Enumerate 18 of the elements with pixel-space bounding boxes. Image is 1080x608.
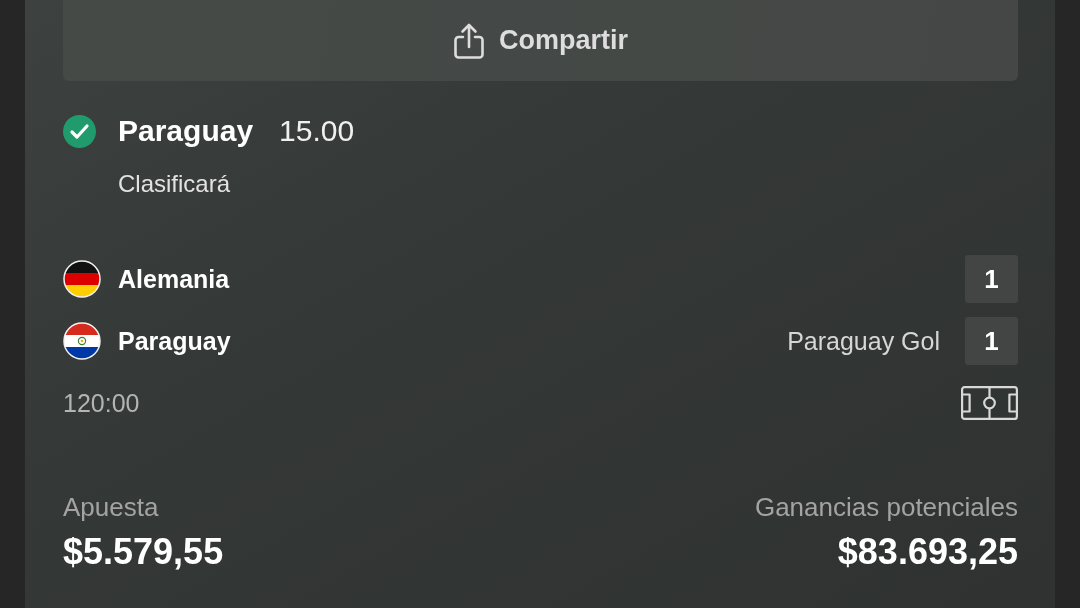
score-box: 1: [965, 317, 1018, 365]
payout-amount: $83.693,25: [837, 530, 1018, 574]
share-button[interactable]: Compartir: [63, 0, 1018, 81]
pitch-icon: [961, 386, 1018, 420]
goal-event: Paraguay Gol: [787, 326, 940, 356]
odds-value: 15.00: [279, 113, 355, 149]
market-label: Clasificará: [118, 169, 231, 199]
team-name: Alemania: [118, 264, 230, 294]
payout-label: Ganancias potenciales: [754, 491, 1018, 523]
match-time: 120:00: [63, 388, 140, 418]
flag-icon: [63, 322, 101, 360]
stake-amount: $5.579,55: [63, 530, 224, 574]
score-box: 1: [965, 255, 1018, 303]
team-name: Paraguay: [118, 326, 231, 356]
selected-team: Paraguay: [118, 113, 254, 149]
stake-label: Apuesta: [63, 491, 159, 523]
flag-icon: [63, 260, 101, 298]
share-icon: [453, 22, 485, 59]
